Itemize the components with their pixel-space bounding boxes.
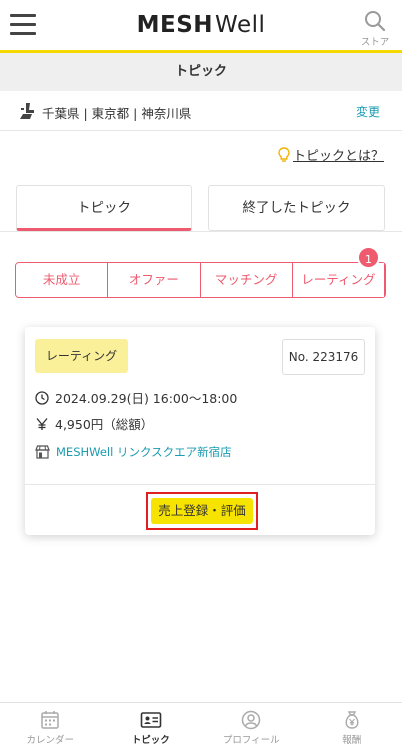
- nav-calendar-label: カレンダー: [26, 735, 74, 746]
- register-sales-rate-button[interactable]: 売上登録・評価: [151, 498, 253, 524]
- segment-offer[interactable]: オファー: [108, 263, 201, 297]
- tab-ended-topic[interactable]: 終了したトピック: [208, 185, 385, 231]
- status-badge: レーティング: [35, 339, 128, 373]
- area-change-link[interactable]: 変更: [356, 103, 380, 120]
- nav-topic-label: トピック: [131, 735, 170, 746]
- tabs-divider: [0, 231, 402, 232]
- segment-unestablished[interactable]: 未成立: [16, 263, 109, 297]
- rating-count-badge: 1: [357, 246, 380, 269]
- segment-matching[interactable]: マッチング: [200, 263, 293, 297]
- topic-datetime: 2024.09.29(日) 16:00〜18:00: [55, 391, 238, 406]
- nav-calendar[interactable]: カレンダー: [0, 703, 101, 752]
- train-seat-icon: [20, 103, 34, 119]
- store-icon: [35, 445, 50, 459]
- whatis-topic-label: トピックとは？: [292, 149, 384, 164]
- topic-store-link[interactable]: MESHWell リンクスクエア新宿店: [35, 444, 232, 460]
- store-label: ストア: [360, 37, 390, 48]
- nav-reward[interactable]: 報酬: [302, 703, 402, 752]
- app-logo[interactable]: MESHWell: [0, 12, 402, 38]
- page-title: トピック: [0, 53, 402, 91]
- topic-price: 4,950円（総額）: [55, 417, 154, 432]
- store-button[interactable]: ストア: [358, 10, 392, 48]
- money-bag-icon: [345, 711, 359, 729]
- nav-profile[interactable]: プロフィール: [201, 703, 302, 752]
- lightbulb-icon: [278, 146, 290, 162]
- topic-datetime-row: 2024.09.29(日) 16:00〜18:00: [35, 388, 237, 407]
- clock-icon: [35, 390, 49, 405]
- nav-reward-label: 報酬: [342, 735, 362, 746]
- area-text: 千葉県 | 東京都 | 神奈川県: [42, 106, 192, 121]
- logo-bold-text: MESH: [136, 12, 214, 38]
- whatis-topic-link[interactable]: トピックとは？: [278, 145, 384, 164]
- profile-icon: [242, 710, 261, 730]
- area-bar: 千葉県 | 東京都 | 神奈川県 変更: [0, 91, 402, 131]
- logo-light-text: Well: [215, 12, 266, 38]
- status-segmented-control: 未成立 オファー マッチング レーティング 1: [15, 246, 386, 298]
- id-card-icon: [140, 712, 162, 728]
- calendar-icon: [41, 711, 59, 729]
- tab-topic[interactable]: トピック: [16, 185, 192, 231]
- app-header: MESHWell ストア: [0, 0, 402, 53]
- topic-card[interactable]: レーティング No. 223176 2024.09.29(日) 16:00〜18…: [25, 327, 375, 535]
- bottom-navigation: カレンダー トピック プロフィール 報酬: [0, 702, 402, 752]
- nav-topic[interactable]: トピック: [101, 703, 202, 752]
- action-highlight-frame: 売上登録・評価: [146, 492, 258, 530]
- topic-price-row: 4,950円（総額）: [35, 414, 153, 433]
- topic-store-name: MESHWell リンクスクエア新宿店: [56, 445, 232, 459]
- card-divider: [25, 484, 375, 485]
- yen-icon: [36, 417, 48, 430]
- nav-profile-label: プロフィール: [222, 735, 280, 746]
- search-icon: [365, 11, 386, 32]
- topic-number: No. 223176: [282, 339, 365, 375]
